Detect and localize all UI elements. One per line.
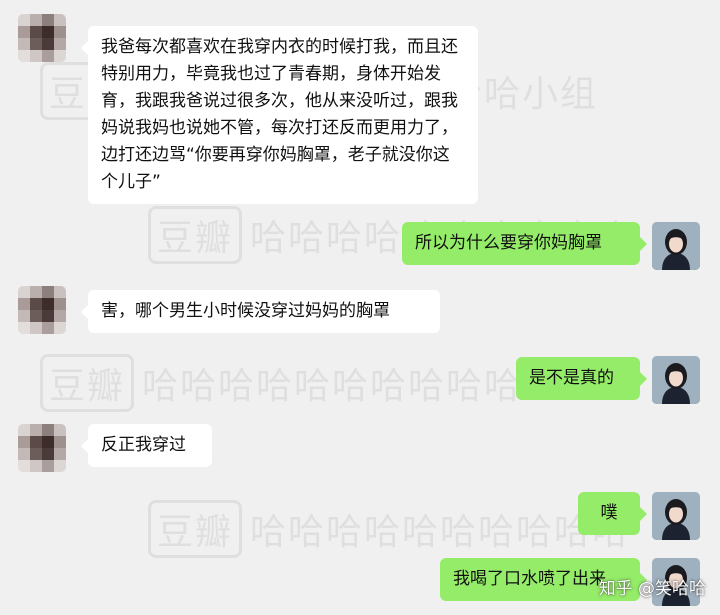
chat-screen: 豆瓣哈哈哈哈哈哈哈哈哈哈小组 豆瓣哈哈哈哈哈哈哈哈哈哈 豆瓣哈哈哈哈哈哈哈哈哈哈… [0, 0, 720, 615]
watermark-brand: 豆瓣 [40, 354, 135, 412]
message-bubble-received: 害，哪个男生小时候没穿过妈妈的胸罩 [81, 290, 440, 333]
message-bubble-sent: 所以为什么要穿你妈胸罩 [402, 222, 647, 265]
watermark-row-4: 豆瓣 哈哈哈哈哈哈哈哈哈哈 [148, 500, 630, 558]
message-bubble-received: 反正我穿过 [81, 424, 212, 467]
message-bubble-received: 我爸每次都喜欢在我穿内衣的时候打我，而且还特别用力，毕竟我也过了青春期，身体开始… [81, 26, 478, 204]
pixelated-avatar-icon[interactable] [18, 286, 66, 334]
girl-photo-icon [652, 492, 700, 540]
watermark-text: 哈哈哈哈哈哈哈哈哈哈 [142, 366, 523, 407]
message-bubble-sent: 噗 [578, 492, 647, 535]
zhihu-credit-watermark: 知乎 @笑哈哈 [598, 579, 706, 599]
pixelated-avatar-icon[interactable] [18, 14, 66, 62]
watermark-brand: 豆瓣 [148, 500, 243, 558]
message-bubble-sent: 是不是真的 [516, 357, 647, 400]
girl-photo-avatar-icon[interactable] [652, 222, 700, 270]
girl-photo-avatar-icon[interactable] [652, 492, 700, 540]
watermark-row-3: 豆瓣 哈哈哈哈哈哈哈哈哈哈 [40, 354, 522, 412]
girl-photo-icon [652, 356, 700, 404]
pixelated-avatar-icon[interactable] [18, 424, 66, 472]
girl-photo-icon [652, 222, 700, 270]
girl-photo-avatar-icon[interactable] [652, 356, 700, 404]
watermark-brand: 豆瓣 [148, 206, 243, 264]
watermark-text: 哈哈哈哈哈哈哈哈哈哈 [250, 512, 631, 553]
